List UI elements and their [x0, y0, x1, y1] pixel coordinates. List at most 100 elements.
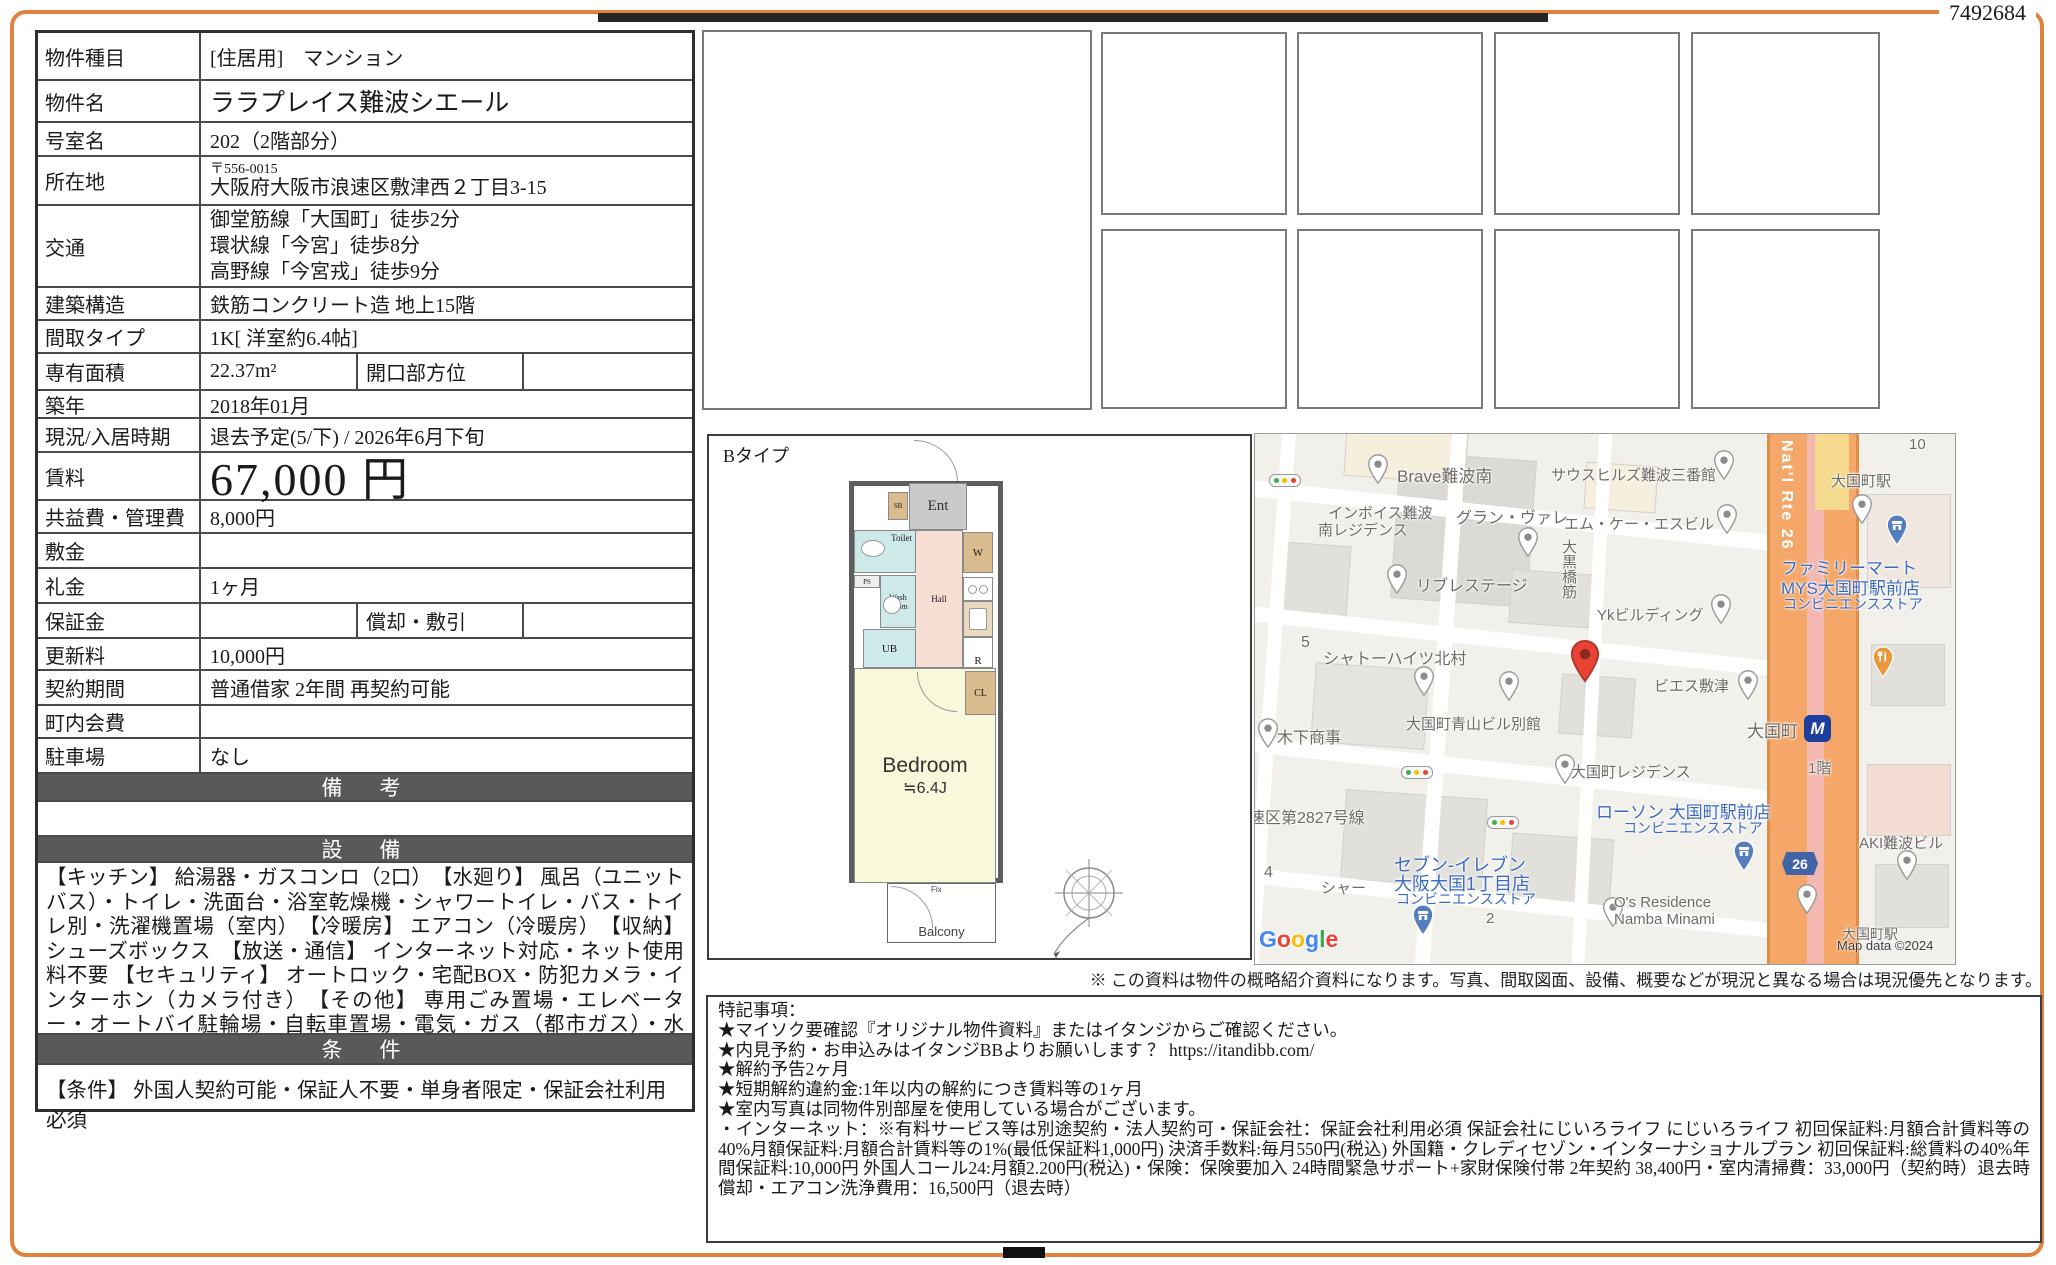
address: 大阪府大阪市浪速区敷津西２丁目3-15 — [210, 177, 547, 200]
row-value: 1ヶ月 — [201, 569, 692, 602]
map-label: ビエス敷津 — [1654, 675, 1729, 696]
room-refrigerator: R — [963, 637, 993, 668]
map-label: 速区第2827号線 — [1254, 804, 1365, 828]
map-pin-icon — [1257, 718, 1279, 753]
map-label: 大国町レジデンス — [1571, 761, 1691, 782]
map-traffic-light-icon — [1269, 474, 1301, 487]
row-value: 2018年01月 — [201, 391, 692, 417]
photo-placeholder — [1101, 229, 1287, 409]
room-ps: PS — [854, 575, 880, 588]
photo-placeholder — [1691, 229, 1880, 409]
wash-basin — [883, 596, 901, 614]
map-route-name: Nat'l Rte 26 — [1777, 440, 1795, 551]
photo-placeholder-large — [702, 30, 1092, 410]
row-value: 1K[ 洋室約6.4帖] — [201, 321, 692, 352]
row-label: 間取タイプ — [38, 321, 201, 352]
row-value: 普通借家 2年間 再契約可能 — [201, 671, 692, 704]
map-pin-icon — [1716, 504, 1738, 539]
rent-value: 67,000 円 — [201, 453, 692, 499]
document-number: 7492684 — [1939, 0, 2036, 26]
map-label: Namba Minami — [1614, 911, 1715, 928]
table-row: 交通 御堂筋線「大国町」徒歩2分 環状線「今宮」徒歩8分 高野線「今宮戎」徒歩9… — [38, 206, 692, 288]
print-artifact-mark — [1003, 1247, 1045, 1258]
table-row: 建築構造 鉄筋コンクリート造 地上15階 — [38, 288, 692, 321]
table-row: 駐車場 なし — [38, 739, 692, 774]
photo-placeholder — [1494, 32, 1680, 215]
map-label: サウスヒルズ難波三番館 — [1551, 464, 1716, 485]
map-disclaimer: ※ この資料は物件の概略紹介資料になります。写真、間取図面、設備、概要などが現況… — [706, 966, 2042, 991]
map-label: 大国町 — [1747, 717, 1798, 742]
row-value: 鉄筋コンクリート造 地上15階 — [201, 288, 692, 319]
remarks-line: ★マイソク要確認『オリジナル物件資料』またはイタンジからご確認ください。 — [718, 1021, 2030, 1041]
remarks-band: 備 考 — [38, 774, 692, 802]
remarks-paragraph: ・インターネット：※有料サービス等は別途契約・法人契約可・保証会社：保証会社利用… — [718, 1120, 2030, 1199]
photo-placeholder — [1297, 229, 1483, 409]
row-label: 保証金 — [38, 604, 201, 637]
map-label: シャー — [1321, 877, 1366, 898]
map-attribution: Map data ©2024 — [1837, 938, 1933, 953]
photo-placeholder — [1101, 32, 1287, 215]
table-row: 号室名 202（2階部分） — [38, 123, 692, 157]
equipment-band: 設 備 — [38, 837, 692, 863]
remarks-line: ★室内写真は同物件別部屋を使用している場合がございます。 — [718, 1100, 2030, 1120]
room-hall: Hall — [916, 530, 963, 668]
remarks-line: ★内見予約・お申込みはイタンジBBよりお願いします ？ https://itan… — [718, 1041, 2030, 1061]
fix-window-label: Fix — [931, 885, 942, 894]
table-row: 町内会費 — [38, 706, 692, 739]
empty-cell — [524, 604, 692, 637]
map-label: 南レジデンス — [1318, 519, 1408, 540]
map-pin-icon — [1710, 594, 1732, 629]
map-traffic-light-icon — [1401, 766, 1433, 779]
row-label: 築年 — [38, 391, 201, 417]
row-label: 号室名 — [38, 123, 201, 155]
conditions-text: 【条件】 外国人契約可能・保証人不要・単身者限定・保証会社利用必須 — [38, 1065, 692, 1109]
map-label: 4 — [1264, 864, 1273, 882]
map-pin-icon — [1386, 564, 1408, 599]
remarks-line: ★短期解約違約金:1年以内の解約につき賃料等の1ヶ月 — [718, 1080, 2030, 1100]
map-street-name: 大黒橋筋 — [1558, 539, 1579, 599]
map-pin-icon — [1517, 527, 1539, 562]
row-value: 22.37m² — [201, 354, 356, 389]
bedroom-size: ≒6.4J — [903, 778, 947, 798]
map-destination-marker-icon — [1570, 639, 1600, 688]
map-label: 大国町青山ビル別館 — [1406, 713, 1541, 734]
row-label: 物件種目 — [38, 33, 201, 79]
map-pin-icon — [1737, 670, 1759, 705]
kitchen-stove — [963, 577, 993, 601]
map-convenience-store-icon — [1885, 514, 1909, 551]
map-convenience-store-icon — [1411, 904, 1435, 941]
table-row: 専有面積 22.37m² 開口部方位 — [38, 354, 692, 391]
row-label: 町内会費 — [38, 706, 201, 737]
map-label: Ykビルディング — [1597, 604, 1703, 625]
location-map: Brave難波南サウスヒルズ難波三番館インボイス難波南レジデンスグラン・ヴァレエ… — [1254, 433, 1956, 965]
map-label: O's Residence — [1614, 894, 1711, 911]
row-label: 契約期間 — [38, 671, 201, 704]
map-pin-icon — [1413, 666, 1435, 701]
postal-code: 〒556-0015 — [210, 162, 278, 177]
map-pin-icon — [1498, 671, 1520, 706]
map-label: 10 — [1909, 436, 1926, 453]
map-label: 2 — [1486, 910, 1494, 927]
row-label: 共益費・管理費 — [38, 501, 201, 532]
top-black-bar — [598, 13, 1548, 22]
row-label: 専有面積 — [38, 354, 201, 389]
map-label: 1階 — [1808, 757, 1831, 778]
table-row: 物件名 ララプレイス難波シエール — [38, 81, 692, 123]
floorplan-type-label: Bタイプ — [723, 442, 789, 468]
table-row: 築年 2018年01月 — [38, 391, 692, 419]
table-row: 契約期間 普通借家 2年間 再契約可能 — [38, 671, 692, 706]
property-name: ララプレイス難波シエール — [201, 81, 692, 121]
row-label: 所在地 — [38, 157, 201, 204]
row-value — [201, 534, 692, 567]
map-poi-label: コンビニエンスストア — [1783, 594, 1923, 614]
map-building — [1283, 542, 1352, 618]
table-row: 賃料 67,000 円 — [38, 453, 692, 501]
empty-cell — [524, 354, 692, 389]
photo-placeholder — [1297, 32, 1483, 215]
map-poi-label: コンビニエンスストア — [1623, 818, 1763, 838]
map-route-shield-icon: 26 — [1782, 852, 1818, 875]
row-label: 礼金 — [38, 569, 201, 602]
map-pin-icon — [1796, 884, 1818, 919]
room-shoebox: SB — [888, 492, 908, 520]
room-entrance: Ent — [909, 483, 967, 530]
